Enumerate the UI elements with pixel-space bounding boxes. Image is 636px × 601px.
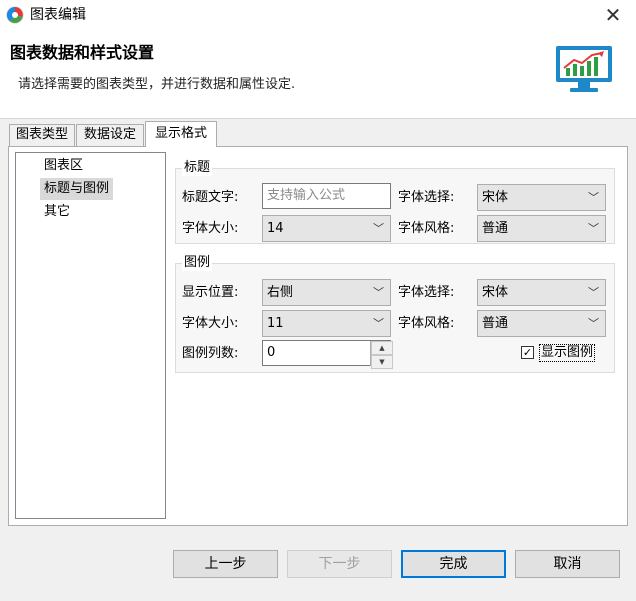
close-icon[interactable]: ✕ xyxy=(600,3,626,27)
cancel-button[interactable]: 取消 xyxy=(515,550,620,578)
chevron-down-icon: ﹀ xyxy=(373,317,384,330)
tab-data-settings[interactable]: 数据设定 xyxy=(76,124,144,146)
show-legend-label[interactable]: 显示图例 xyxy=(539,344,596,362)
legend-size-label: 字体大小: xyxy=(182,316,239,331)
title-text-label: 标题文字: xyxy=(182,190,239,205)
title-bar xyxy=(0,0,636,30)
chevron-down-icon: ﹀ xyxy=(588,222,599,235)
spin-up-icon[interactable]: ▲ xyxy=(371,341,393,355)
legend-columns-label: 图例列数: xyxy=(182,346,239,361)
legend-size-value: 11 xyxy=(267,316,284,331)
title-font-label: 字体选择: xyxy=(398,190,455,205)
next-button[interactable]: 下一步 xyxy=(287,550,392,578)
chevron-down-icon: ﹀ xyxy=(588,191,599,204)
show-legend-checkbox[interactable]: ✓ xyxy=(521,346,534,359)
title-group-label: 标题 xyxy=(182,160,213,176)
tab-chart-type[interactable]: 图表类型 xyxy=(9,124,75,146)
legend-font-label: 字体选择: xyxy=(398,285,455,300)
settings-tree xyxy=(15,152,166,519)
chart-edit-app-icon xyxy=(6,6,24,24)
page-title: 图表数据和样式设置 xyxy=(10,43,155,62)
legend-style-value: 普通 xyxy=(482,316,509,331)
title-style-label: 字体风格: xyxy=(398,221,455,236)
tree-item-other[interactable]: 其它 xyxy=(40,201,74,223)
title-font-value: 宋体 xyxy=(482,190,509,205)
legend-group-label: 图例 xyxy=(182,255,213,271)
legend-font-value: 宋体 xyxy=(482,285,509,300)
previous-button[interactable]: 上一步 xyxy=(173,550,278,578)
chevron-down-icon: ﹀ xyxy=(373,286,384,299)
title-text-placeholder: 支持输入公式 xyxy=(267,188,346,203)
title-size-value: 14 xyxy=(267,221,284,236)
legend-size-select[interactable]: 11 ﹀ xyxy=(262,310,391,337)
legend-font-select[interactable]: 宋体 ﹀ xyxy=(477,279,606,306)
spin-down-icon[interactable]: ▼ xyxy=(371,355,393,369)
title-style-select[interactable]: 普通 ﹀ xyxy=(477,215,606,242)
tree-item-title-legend[interactable]: 标题与图例 xyxy=(40,178,114,200)
finish-button[interactable]: 完成 xyxy=(401,550,506,578)
window-title: 图表编辑 xyxy=(30,7,86,23)
title-text-input[interactable]: 支持输入公式 xyxy=(262,183,391,209)
chevron-down-icon: ﹀ xyxy=(588,317,599,330)
chevron-down-icon: ﹀ xyxy=(588,286,599,299)
title-size-select[interactable]: 14 ﹀ xyxy=(262,215,391,242)
legend-columns-value: 0 xyxy=(267,345,276,360)
tab-display-format[interactable]: 显示格式 xyxy=(145,121,217,147)
title-size-label: 字体大小: xyxy=(182,221,239,236)
title-style-value: 普通 xyxy=(482,221,509,236)
title-font-select[interactable]: 宋体 ﹀ xyxy=(477,184,606,211)
page-subtitle: 请选择需要的图表类型，并进行数据和属性设定. xyxy=(18,77,296,92)
chevron-down-icon: ﹀ xyxy=(373,222,384,235)
legend-style-select[interactable]: 普通 ﹀ xyxy=(477,310,606,337)
legend-position-value: 右侧 xyxy=(267,285,294,300)
monitor-chart-icon xyxy=(554,44,618,96)
legend-position-label: 显示位置: xyxy=(182,285,239,300)
legend-position-select[interactable]: 右侧 ﹀ xyxy=(262,279,391,306)
tree-item-chart-area[interactable]: 图表区 xyxy=(40,155,87,177)
legend-style-label: 字体风格: xyxy=(398,316,455,331)
spinner-buttons: ▲ ▼ xyxy=(370,341,393,369)
